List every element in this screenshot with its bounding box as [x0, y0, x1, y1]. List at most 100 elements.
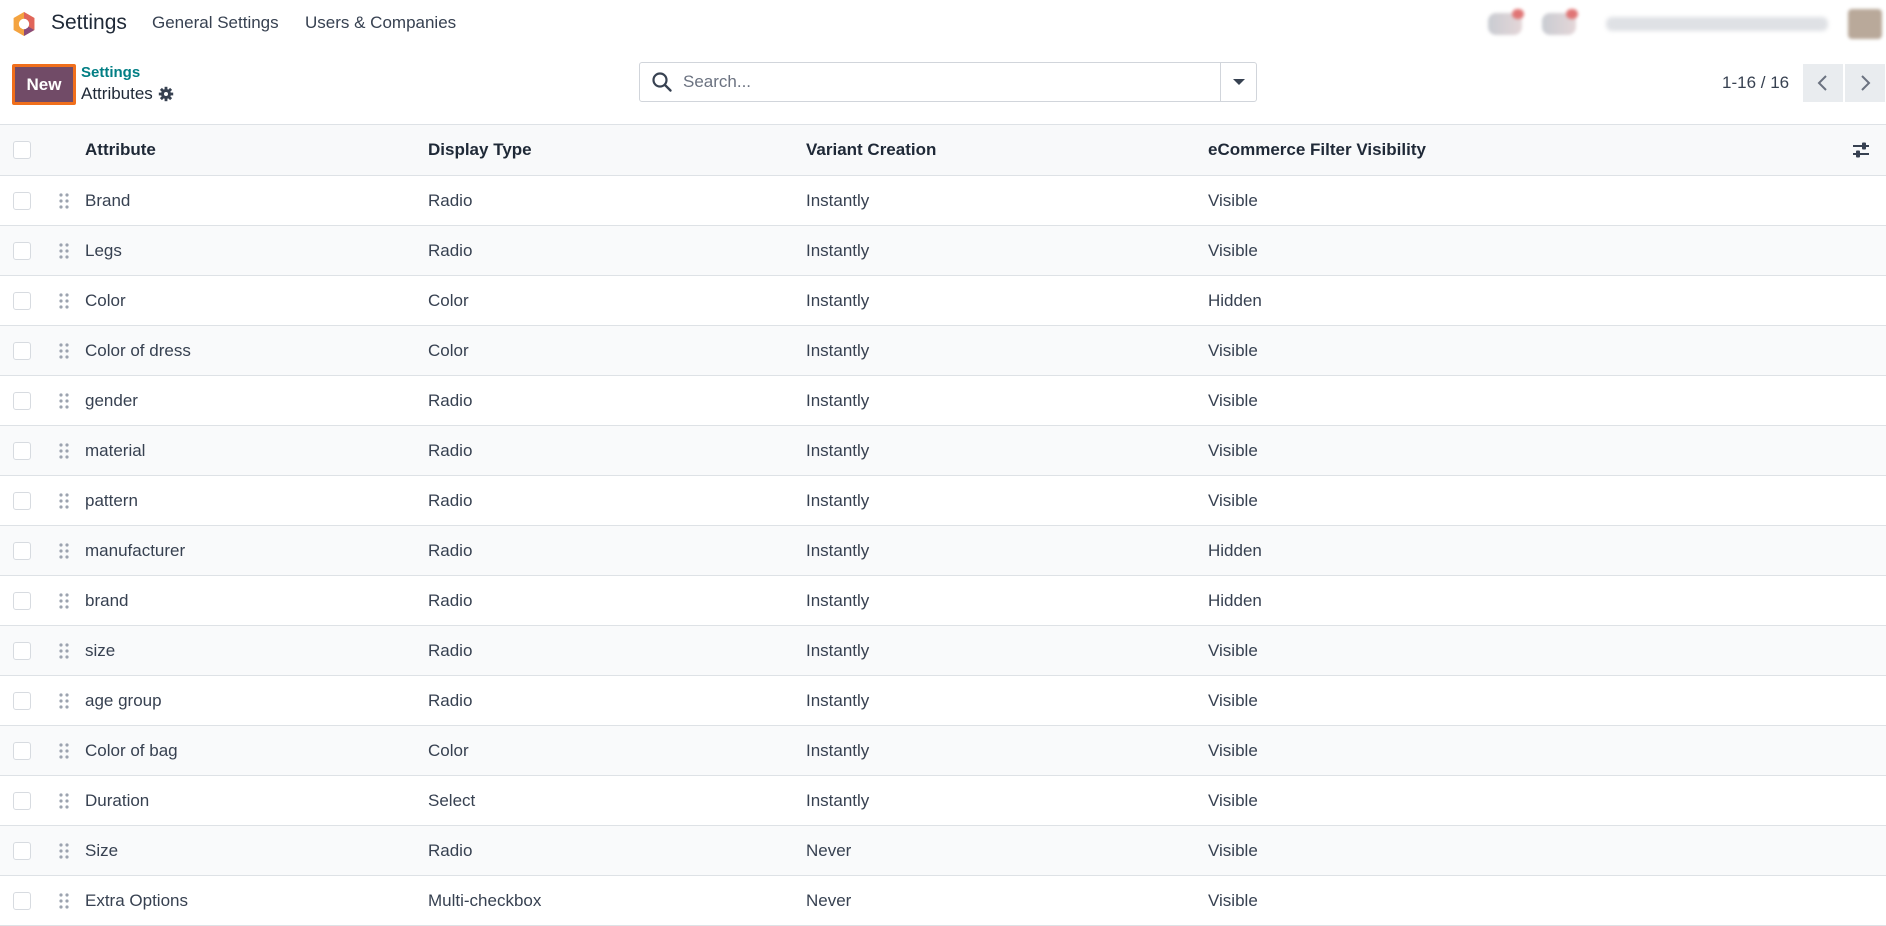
drag-handle-icon[interactable]: [58, 592, 70, 610]
row-checkbox[interactable]: [13, 791, 31, 810]
table-row[interactable]: material Radio Instantly Visible: [0, 426, 1886, 476]
cell-ecommerce-visibility[interactable]: Visible: [1208, 426, 1258, 475]
drag-handle-icon[interactable]: [58, 292, 70, 310]
cell-variant-creation[interactable]: Instantly: [806, 426, 869, 475]
row-checkbox[interactable]: [13, 341, 31, 360]
menu-users-companies[interactable]: Users & Companies: [305, 13, 456, 33]
cell-ecommerce-visibility[interactable]: Visible: [1208, 476, 1258, 525]
drag-handle-icon[interactable]: [58, 842, 70, 860]
table-row[interactable]: Color of dress Color Instantly Visible: [0, 326, 1886, 376]
column-header-attribute[interactable]: Attribute: [85, 125, 156, 175]
row-checkbox[interactable]: [13, 441, 31, 460]
cell-display-type[interactable]: Radio: [428, 226, 472, 275]
cell-ecommerce-visibility[interactable]: Visible: [1208, 826, 1258, 875]
breadcrumb-settings[interactable]: Settings: [81, 64, 140, 81]
menu-general-settings[interactable]: General Settings: [152, 13, 279, 33]
cell-attribute[interactable]: manufacturer: [85, 526, 185, 575]
new-button[interactable]: New: [12, 64, 76, 105]
cell-attribute[interactable]: age group: [85, 676, 162, 725]
row-checkbox[interactable]: [13, 191, 31, 210]
cell-display-type[interactable]: Color: [428, 726, 469, 775]
table-row[interactable]: size Radio Instantly Visible: [0, 626, 1886, 676]
drag-handle-icon[interactable]: [58, 892, 70, 910]
cell-ecommerce-visibility[interactable]: Hidden: [1208, 276, 1262, 325]
row-checkbox[interactable]: [13, 841, 31, 860]
cell-attribute[interactable]: Color of bag: [85, 726, 178, 775]
app-name[interactable]: Settings: [51, 11, 127, 35]
cell-variant-creation[interactable]: Instantly: [806, 276, 869, 325]
table-row[interactable]: Legs Radio Instantly Visible: [0, 226, 1886, 276]
cell-ecommerce-visibility[interactable]: Visible: [1208, 176, 1258, 225]
table-row[interactable]: pattern Radio Instantly Visible: [0, 476, 1886, 526]
cell-display-type[interactable]: Color: [428, 276, 469, 325]
cell-attribute[interactable]: gender: [85, 376, 138, 425]
cell-display-type[interactable]: Radio: [428, 426, 472, 475]
messaging-icon[interactable]: [1488, 9, 1524, 35]
cell-ecommerce-visibility[interactable]: Visible: [1208, 676, 1258, 725]
cell-attribute[interactable]: Size: [85, 826, 118, 875]
table-row[interactable]: Color Color Instantly Hidden: [0, 276, 1886, 326]
cell-ecommerce-visibility[interactable]: Visible: [1208, 876, 1258, 925]
company-switcher[interactable]: [1606, 17, 1828, 31]
pager-next-button[interactable]: [1845, 64, 1885, 102]
table-row[interactable]: gender Radio Instantly Visible: [0, 376, 1886, 426]
column-header-display-type[interactable]: Display Type: [428, 125, 532, 175]
cell-variant-creation[interactable]: Instantly: [806, 576, 869, 625]
row-checkbox[interactable]: [13, 691, 31, 710]
cell-variant-creation[interactable]: Instantly: [806, 676, 869, 725]
cell-attribute[interactable]: Color: [85, 276, 126, 325]
drag-handle-icon[interactable]: [58, 342, 70, 360]
cell-display-type[interactable]: Radio: [428, 576, 472, 625]
row-checkbox[interactable]: [13, 641, 31, 660]
row-checkbox[interactable]: [13, 541, 31, 560]
drag-handle-icon[interactable]: [58, 742, 70, 760]
table-row[interactable]: brand Radio Instantly Hidden: [0, 576, 1886, 626]
row-checkbox[interactable]: [13, 241, 31, 260]
table-row[interactable]: age group Radio Instantly Visible: [0, 676, 1886, 726]
cell-display-type[interactable]: Radio: [428, 476, 472, 525]
select-all-checkbox[interactable]: [13, 141, 31, 159]
table-row[interactable]: Color of bag Color Instantly Visible: [0, 726, 1886, 776]
cell-attribute[interactable]: size: [85, 626, 115, 675]
cell-display-type[interactable]: Radio: [428, 376, 472, 425]
cell-ecommerce-visibility[interactable]: Visible: [1208, 776, 1258, 825]
drag-handle-icon[interactable]: [58, 242, 70, 260]
row-checkbox[interactable]: [13, 491, 31, 510]
cell-variant-creation[interactable]: Instantly: [806, 326, 869, 375]
cell-variant-creation[interactable]: Instantly: [806, 226, 869, 275]
cell-display-type[interactable]: Radio: [428, 826, 472, 875]
row-checkbox[interactable]: [13, 591, 31, 610]
drag-handle-icon[interactable]: [58, 192, 70, 210]
search-options-toggle[interactable]: [1220, 63, 1256, 101]
cell-attribute[interactable]: Brand: [85, 176, 130, 225]
drag-handle-icon[interactable]: [58, 442, 70, 460]
row-checkbox[interactable]: [13, 291, 31, 310]
drag-handle-icon[interactable]: [58, 492, 70, 510]
cell-variant-creation[interactable]: Instantly: [806, 176, 869, 225]
cell-display-type[interactable]: Radio: [428, 526, 472, 575]
activity-icon[interactable]: [1542, 9, 1578, 35]
cell-display-type[interactable]: Radio: [428, 176, 472, 225]
cell-ecommerce-visibility[interactable]: Visible: [1208, 226, 1258, 275]
pager-previous-button[interactable]: [1803, 64, 1843, 102]
drag-handle-icon[interactable]: [58, 642, 70, 660]
table-row[interactable]: Duration Select Instantly Visible: [0, 776, 1886, 826]
table-row[interactable]: Brand Radio Instantly Visible: [0, 176, 1886, 226]
cell-attribute[interactable]: pattern: [85, 476, 138, 525]
cell-variant-creation[interactable]: Never: [806, 876, 851, 925]
cell-ecommerce-visibility[interactable]: Hidden: [1208, 576, 1262, 625]
gear-icon[interactable]: [158, 86, 174, 102]
cell-attribute[interactable]: material: [85, 426, 145, 475]
drag-handle-icon[interactable]: [58, 692, 70, 710]
cell-attribute[interactable]: brand: [85, 576, 128, 625]
column-header-variant-creation[interactable]: Variant Creation: [806, 125, 936, 175]
cell-display-type[interactable]: Multi-checkbox: [428, 876, 541, 925]
row-checkbox[interactable]: [13, 741, 31, 760]
cell-display-type[interactable]: Radio: [428, 626, 472, 675]
cell-ecommerce-visibility[interactable]: Visible: [1208, 726, 1258, 775]
user-avatar[interactable]: [1848, 9, 1882, 39]
table-row[interactable]: Extra Options Multi-checkbox Never Visible: [0, 876, 1886, 926]
cell-display-type[interactable]: Color: [428, 326, 469, 375]
row-checkbox[interactable]: [13, 391, 31, 410]
table-row[interactable]: Size Radio Never Visible: [0, 826, 1886, 876]
